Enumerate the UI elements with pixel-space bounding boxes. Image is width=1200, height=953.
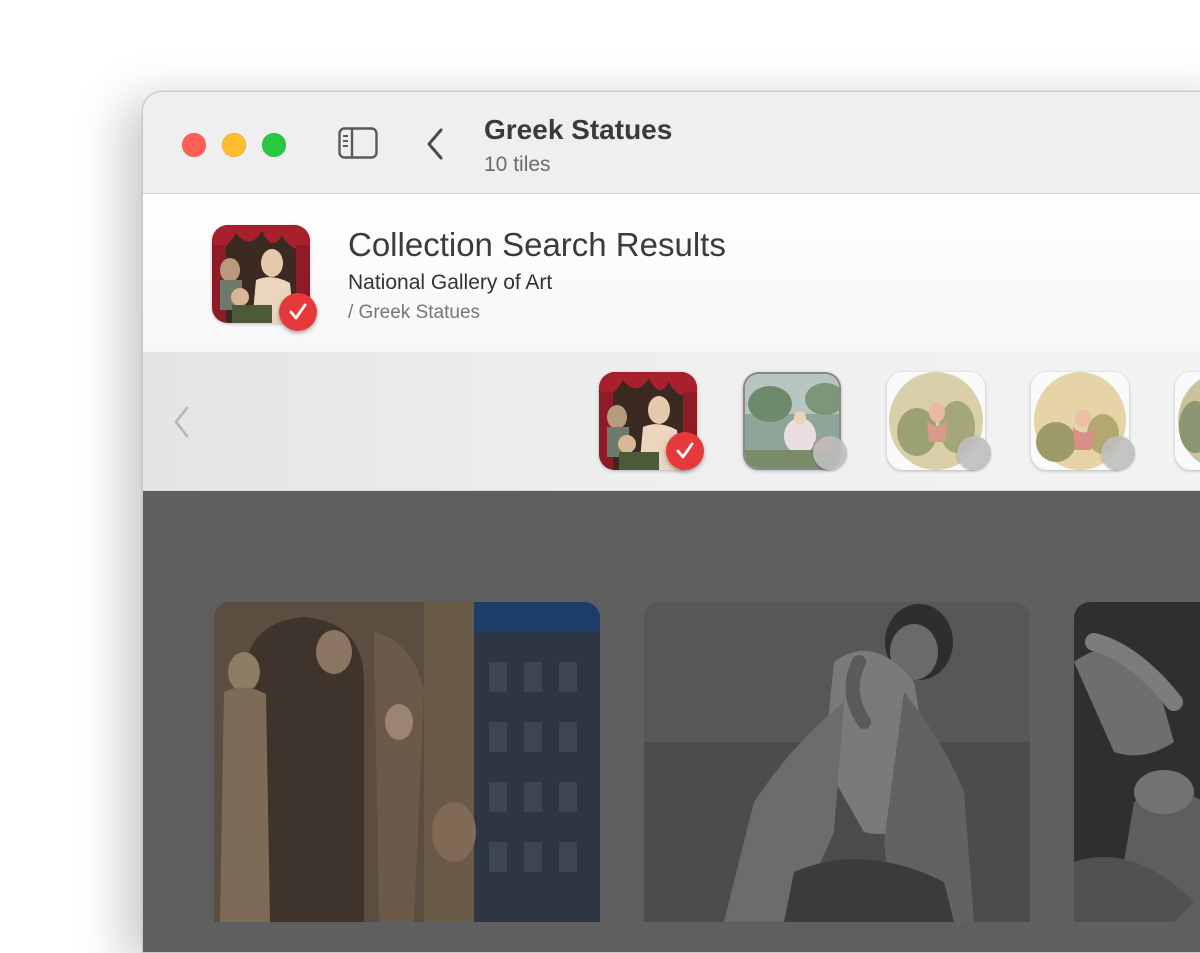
painting-image <box>1175 372 1200 470</box>
tile-3[interactable] <box>1074 602 1200 922</box>
checkmark-icon <box>676 442 694 459</box>
unselected-badge <box>813 436 847 470</box>
statue-photo <box>644 602 1030 922</box>
strip-thumbnail-5[interactable] <box>1175 372 1200 470</box>
unselected-badge <box>1101 436 1135 470</box>
thumbnail-strip <box>143 352 1200 491</box>
window-title: Greek Statues <box>484 114 673 145</box>
app-window: Greek Statues 10 tiles Collection Search… <box>142 91 1200 953</box>
tile-grid <box>143 491 1200 952</box>
tile-1[interactable] <box>214 602 600 922</box>
statue-photo <box>1074 602 1200 922</box>
tile-2[interactable] <box>644 602 1030 922</box>
collection-path[interactable]: / Greek Statues <box>348 302 480 324</box>
collection-header: Collection Search Results National Galle… <box>143 194 1200 352</box>
collection-source: National Gallery of Art <box>348 271 553 294</box>
window-subtitle: 10 tiles <box>484 153 551 176</box>
checkmark-icon <box>289 303 307 320</box>
minimize-window-button[interactable] <box>222 133 246 157</box>
sidebar-icon <box>338 127 378 159</box>
selected-badge <box>279 293 317 331</box>
selected-badge <box>666 432 704 470</box>
chevron-left-icon <box>427 128 443 160</box>
title-bar: Greek Statues 10 tiles <box>143 92 1200 194</box>
statue-photo <box>214 602 600 922</box>
unselected-badge <box>957 436 991 470</box>
close-window-button[interactable] <box>182 133 206 157</box>
chevron-left-icon <box>174 406 189 438</box>
sidebar-toggle-button[interactable] <box>338 127 378 159</box>
zoom-window-button[interactable] <box>262 133 286 157</box>
collection-title: Collection Search Results <box>348 226 726 263</box>
back-button[interactable] <box>423 126 449 162</box>
strip-scroll-left-button[interactable] <box>171 404 193 440</box>
